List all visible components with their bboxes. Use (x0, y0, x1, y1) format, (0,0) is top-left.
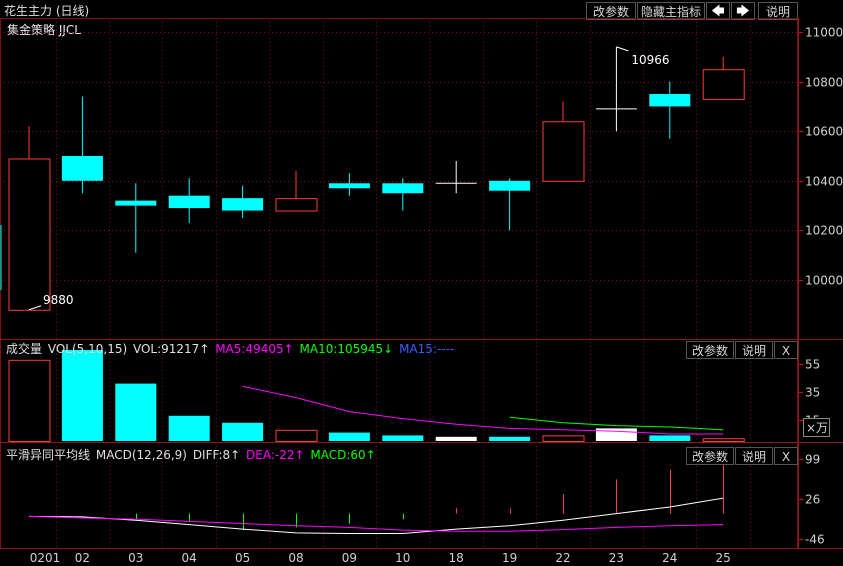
volume-header: 成交量 VOL(5,10,15) VOL:91217↑ MA5:49405↑ M… (6, 340, 456, 357)
price-tick-label: 11000 (805, 26, 843, 40)
price-tick-label: 10400 (805, 175, 843, 189)
price-tick-label: 10600 (805, 125, 843, 139)
price-chart: 11000 10800 10600 10400 10200 10000 10966 9880 5… (0, 18, 843, 565)
macd-header: 平滑异同平均线 MACD(12,26,9) DIFF:8↑ DEA:-22↑ M… (6, 446, 378, 463)
candle-body (702, 69, 745, 100)
high-annotation: 10966 (631, 53, 669, 67)
volume-value: VOL:91217↑ (132, 342, 210, 356)
price-tick-label: 10200 (805, 224, 843, 238)
x-axis-label: 0201 (30, 551, 61, 565)
volume-name: 成交量 (6, 342, 43, 356)
macd-name: 平滑异同平均线 (6, 448, 91, 462)
volume-ma15: MA15:---- (399, 342, 455, 356)
volume-help-button[interactable]: 说明 (735, 341, 773, 359)
volume-bar (595, 428, 637, 441)
candle-body (275, 198, 318, 212)
candle-body (542, 121, 585, 182)
macd-tick-label: 99 (805, 453, 820, 467)
macd-dea: DEA:-22↑ (246, 448, 305, 462)
x-axis-label: 09 (342, 551, 357, 565)
price-tick-label: 10000 (805, 274, 843, 288)
x-axis-label: 02 (75, 551, 90, 565)
high-annotation-line (616, 46, 629, 52)
volume-bar (649, 435, 691, 441)
volume-close-button[interactable]: X (774, 341, 798, 359)
volume-indicator: VOL(5,10,15) (47, 342, 128, 356)
macd-diff: DIFF:8↑ (192, 448, 241, 462)
macd-change-params-button[interactable]: 改参数 (686, 447, 734, 465)
volume-bar (489, 436, 531, 441)
macd-close-button[interactable]: X (774, 447, 798, 465)
price-tick-label: 10800 (805, 76, 843, 90)
x-axis-label: 08 (288, 551, 303, 565)
volume-ma10: MA10:105945↓ (299, 342, 394, 356)
macd-tick-label: 26 (805, 493, 820, 507)
volume-bar (8, 359, 51, 442)
volume-bar (702, 438, 745, 443)
volume-bar (61, 350, 103, 441)
volume-bar (275, 429, 318, 442)
x-axis-label: 24 (662, 551, 677, 565)
macd-tick-label: -46 (805, 533, 825, 547)
x-axis-label: 22 (555, 551, 570, 565)
candle-body (649, 94, 691, 107)
candle-body (115, 200, 157, 206)
volume-ma10-line (509, 416, 724, 431)
macd-help-button[interactable]: 说明 (735, 447, 773, 465)
volume-bar (222, 422, 264, 441)
x-axis-label: 05 (235, 551, 250, 565)
x-axis-label: 10 (395, 551, 410, 565)
volume-bar (328, 432, 370, 441)
volume-bar (542, 435, 585, 442)
macd-value: MACD:60↑ (310, 448, 376, 462)
candle-body (8, 158, 51, 311)
macd-diff-line (28, 497, 724, 534)
volume-bar (168, 415, 210, 441)
volume-bar (435, 436, 477, 441)
candle-body (168, 195, 210, 209)
volume-unit-label: ×万 (806, 421, 828, 435)
x-axis-label: 04 (182, 551, 197, 565)
volume-change-params-button[interactable]: 改参数 (686, 341, 734, 359)
x-axis-label: 25 (716, 551, 731, 565)
candle-body (382, 183, 424, 194)
x-axis-label: 03 (128, 551, 143, 565)
volume-bar (115, 383, 157, 441)
volume-ma5: MA5:49405↑ (215, 342, 294, 356)
candle-body (61, 156, 103, 181)
volume-tick-label: 35 (805, 386, 820, 400)
volume-bar (382, 435, 424, 441)
x-axis-label: 23 (609, 551, 624, 565)
candle-body (222, 198, 264, 211)
candle-body (328, 183, 370, 189)
low-annotation: 9880 (43, 293, 74, 307)
candle-body (489, 180, 531, 191)
volume-tick-label: 55 (805, 358, 820, 372)
macd-indicator: MACD(12,26,9) (95, 448, 187, 462)
x-axis-label: 18 (449, 551, 464, 565)
x-axis-label: 19 (502, 551, 517, 565)
